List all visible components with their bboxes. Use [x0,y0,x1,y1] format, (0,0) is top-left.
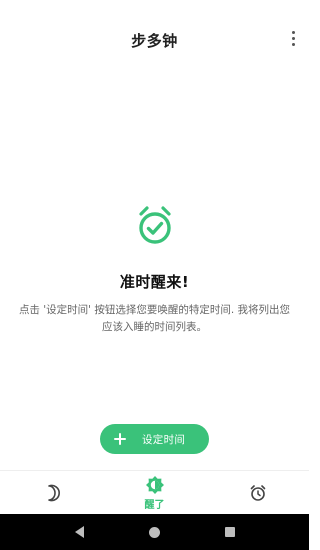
moon-icon [47,484,60,501]
set-time-label: 设定时间 [142,433,186,446]
more-options-icon[interactable] [285,28,301,48]
app-title: 步多钟 [131,32,178,50]
alarm-check-icon [138,206,171,244]
back-button[interactable] [70,522,90,542]
sun-icon [145,475,164,494]
empty-state-title: 准时醒来! [119,273,190,291]
empty-state: 准时醒来! 点击 '设定时间' 按钮选择您要唤醒的特定时间. 我将列出您应该入睡… [0,205,309,336]
nav-label-wake: 醒了 [144,499,165,511]
recents-icon [224,527,235,537]
recents-button[interactable] [220,522,240,542]
system-navigation-bar [0,514,309,550]
back-icon [75,526,84,538]
bottom-navigation: 醒了 [0,470,309,514]
home-button[interactable] [145,522,165,542]
nav-item-wake[interactable]: 醒了 [103,471,206,514]
nav-item-sleep[interactable] [0,471,103,514]
home-icon [149,526,160,538]
plus-icon [114,433,126,445]
app-bar: 步多钟 [0,0,309,72]
nav-item-alarm[interactable] [206,471,309,514]
empty-state-description: 点击 '设定时间' 按钮选择您要唤醒的特定时间. 我将列出您应该入睡的时间列表。 [18,304,291,333]
alarm-clock-icon [250,484,265,501]
set-time-button[interactable]: 设定时间 [100,424,209,454]
